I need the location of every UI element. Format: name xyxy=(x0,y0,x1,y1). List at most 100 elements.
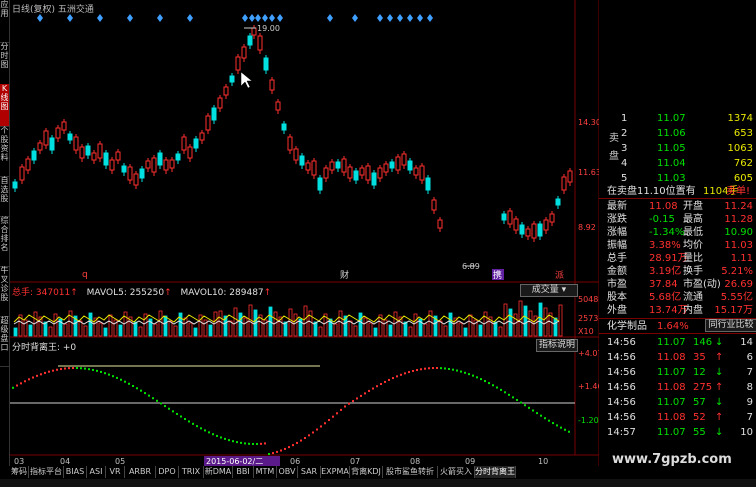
indicator-point xyxy=(440,367,442,370)
indicator-tab-3[interactable]: ASI xyxy=(87,466,106,478)
sell-notice-link[interactable]: 卖单! xyxy=(726,185,750,198)
indicator-point xyxy=(344,405,346,408)
indicator-tab-12[interactable]: SAR xyxy=(298,466,321,478)
tick-time: 14:56 xyxy=(607,367,636,378)
volume-bar xyxy=(168,320,173,337)
candle-body xyxy=(419,165,425,181)
indicator-tab-0[interactable]: 筹码 xyxy=(10,466,29,478)
left-tab-6[interactable]: 牛叉诊股 xyxy=(0,266,9,317)
left-tab-1[interactable]: 分时图 xyxy=(0,42,9,85)
indicator-point xyxy=(12,386,14,389)
quote-value: 15.17万 xyxy=(714,305,753,316)
indicator-point xyxy=(444,367,446,370)
event-marker-carry[interactable]: 携 xyxy=(493,269,502,281)
volume-bar xyxy=(243,317,248,337)
candle-body xyxy=(275,101,281,111)
volume-indicator-dropdown[interactable]: 成交量 ▾ xyxy=(520,284,578,297)
kline-chart-area[interactable]: 14.30 11.63 8.92 19.00 6.89 q 财 携 派 5048… xyxy=(10,0,599,466)
time-axis-label: 06 xyxy=(290,457,300,466)
indicator-point xyxy=(176,412,178,415)
tick-price: 11.08 xyxy=(657,412,686,423)
indicator-point xyxy=(396,375,398,378)
volume-bar xyxy=(338,310,343,337)
candle-body xyxy=(79,146,85,159)
watermark: www.7gpzb.com xyxy=(612,452,732,467)
left-tab-4[interactable]: 自选股 xyxy=(0,176,9,217)
candle-body xyxy=(163,159,169,171)
indicator-help-button[interactable]: 指标说明 xyxy=(536,339,578,352)
left-vertical-tabs: 应用 分时图 K线图 个股资料 自选股 综合排名 牛叉诊股 超级盘口 xyxy=(0,0,10,466)
indicator-point xyxy=(560,426,562,429)
indicator-tab-4[interactable]: VR xyxy=(106,466,125,478)
sell-row: 2 11.06 653 xyxy=(599,127,756,140)
indicator-point xyxy=(224,437,226,440)
candle-body xyxy=(323,167,329,179)
indicator-tab-10[interactable]: MTM xyxy=(254,466,277,478)
volume-bar xyxy=(228,320,233,337)
indicator-tab-5[interactable]: ARBR xyxy=(125,466,156,478)
left-tab-7[interactable]: 超级盘口 xyxy=(0,316,9,367)
indicator-tab-17[interactable]: 分时背离王 xyxy=(475,466,516,478)
candle-body xyxy=(549,213,555,223)
candle-body xyxy=(175,153,181,161)
indicator-point xyxy=(92,368,94,371)
indicator-point xyxy=(148,394,150,397)
indicator-point xyxy=(256,442,258,445)
indicator-point xyxy=(564,428,566,431)
candle-body xyxy=(293,148,299,161)
quote-label: 开盘 xyxy=(683,201,703,212)
indicator-tab-9[interactable]: BBI xyxy=(233,466,254,478)
event-marker-dividend[interactable]: 派 xyxy=(555,270,564,281)
candle-body xyxy=(127,166,133,181)
sell-row: 5 11.03 605 xyxy=(599,172,756,185)
indicator-axis-label: +1.46 xyxy=(578,382,599,391)
indicator-tab-15[interactable]: 股市鲨鱼转折 xyxy=(383,466,438,478)
left-tab-3[interactable]: 个股资料 xyxy=(0,126,9,177)
indicator-tab-7[interactable]: TRIX xyxy=(179,466,204,478)
indicator-point xyxy=(60,368,62,371)
indicator-tab-14[interactable]: 背离KDJ xyxy=(350,466,383,478)
indicator-point xyxy=(436,367,438,370)
candle-body xyxy=(371,172,377,186)
left-tab-2[interactable]: K线图 xyxy=(0,84,9,127)
indicator-point xyxy=(368,389,370,392)
quote-value: 13.74万 xyxy=(649,305,688,316)
indicator-point xyxy=(480,378,482,381)
event-marker-q[interactable]: q xyxy=(82,270,88,280)
indicator-point xyxy=(172,410,174,413)
indicator-point xyxy=(464,371,466,374)
indicator-point xyxy=(100,370,102,373)
sell-price: 11.03 xyxy=(657,173,686,184)
indicator-tab-16[interactable]: 火箭买入 xyxy=(438,466,475,478)
quote-label: 涨幅 xyxy=(607,227,627,238)
indicator-point xyxy=(320,425,322,428)
indicator-tab-11[interactable]: OBV xyxy=(277,466,298,478)
high-price-label: 19.00 xyxy=(257,24,280,33)
sell-volume: 605 xyxy=(733,173,753,184)
candle-body xyxy=(103,152,109,166)
volume-bar xyxy=(408,326,413,337)
time-axis-label: 08 xyxy=(410,457,420,466)
quote-value: 5.21% xyxy=(721,266,753,277)
indicator-point xyxy=(20,382,22,385)
indicator-point xyxy=(416,369,418,372)
indicator-tab-1[interactable]: 指标平台 xyxy=(29,466,64,478)
candle-body xyxy=(299,155,305,166)
indicator-tab-6[interactable]: DPO xyxy=(156,466,179,478)
volume-bar xyxy=(103,327,108,337)
left-tab-0[interactable]: 应用 xyxy=(0,0,9,43)
indicator-tab-8[interactable]: 新DMA xyxy=(204,466,233,478)
indicator-tab-13[interactable]: EXPMA xyxy=(321,466,350,478)
candle-body xyxy=(561,176,567,191)
indicator-point xyxy=(36,374,38,377)
tick-direction: ↑ xyxy=(715,352,724,363)
candle-body xyxy=(199,132,205,141)
candle-body xyxy=(281,123,287,131)
industry-compare-button[interactable]: 同行业比较 xyxy=(705,319,756,332)
indicator-tab-2[interactable]: BIAS xyxy=(64,466,87,478)
candle-body xyxy=(543,219,549,231)
tick-volume: 52 xyxy=(693,412,706,423)
event-marker-finance[interactable]: 财 xyxy=(340,269,349,281)
left-tab-5[interactable]: 综合排名 xyxy=(0,216,9,267)
candle-body xyxy=(67,133,73,141)
